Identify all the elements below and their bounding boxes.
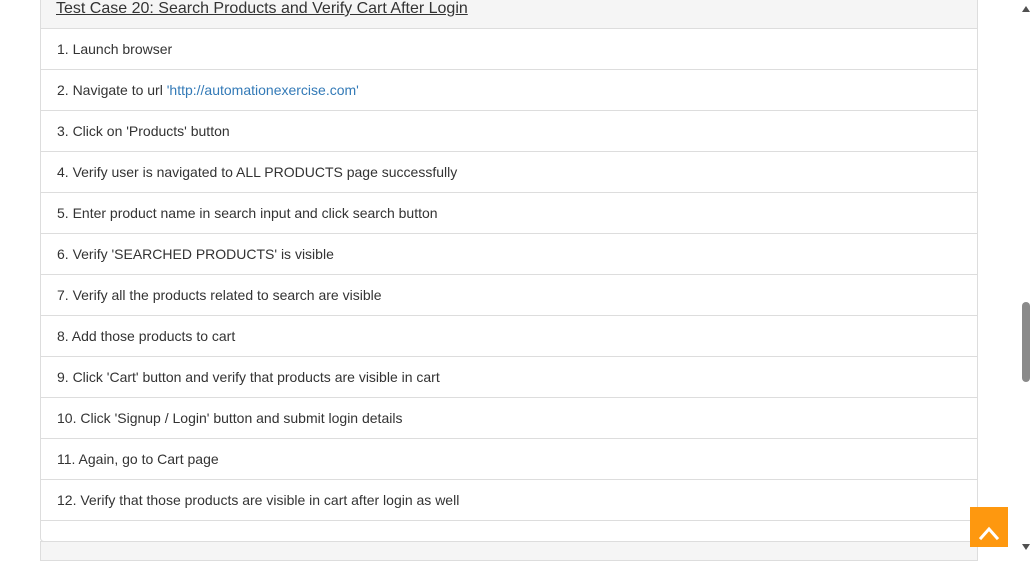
automationexercise-url-link[interactable]: 'http://automationexercise.com' [167,82,359,98]
step-text: 12. Verify that those products are visib… [57,492,460,508]
test-step-3: 3. Click on 'Products' button [41,111,977,152]
test-step-6: 6. Verify 'SEARCHED PRODUCTS' is visible [41,234,977,275]
test-case-panel: Test Case 20: Search Products and Verify… [40,0,978,542]
vertical-scrollbar[interactable] [1019,0,1034,553]
step-text: 11. Again, go to Cart page [57,451,219,467]
test-step-12: 12. Verify that those products are visib… [41,480,977,521]
step-text: 2. Navigate to url [57,82,167,98]
test-steps-list: 1. Launch browser 2. Navigate to url 'ht… [41,29,977,521]
step-text: 5. Enter product name in search input an… [57,205,438,221]
step-text: 10. Click 'Signup / Login' button and su… [57,410,403,426]
test-step-1: 1. Launch browser [41,29,977,70]
test-step-8: 8. Add those products to cart [41,316,977,357]
next-test-case-panel [40,541,978,561]
step-text: 6. Verify 'SEARCHED PRODUCTS' is visible [57,246,334,262]
scroll-to-top-button[interactable] [970,507,1008,547]
step-text: 7. Verify all the products related to se… [57,287,382,303]
step-text: 8. Add those products to cart [57,328,236,344]
step-text: 1. Launch browser [57,41,173,57]
step-text: 4. Verify user is navigated to ALL PRODU… [57,164,458,180]
test-step-11: 11. Again, go to Cart page [41,439,977,480]
test-step-9: 9. Click 'Cart' button and verify that p… [41,357,977,398]
test-case-heading: Test Case 20: Search Products and Verify… [41,0,977,29]
test-step-2: 2. Navigate to url 'http://automationexe… [41,70,977,111]
test-step-5: 5. Enter product name in search input an… [41,193,977,234]
test-step-10: 10. Click 'Signup / Login' button and su… [41,398,977,439]
scroll-up-arrow-icon[interactable] [1022,6,1030,12]
test-case-title-link[interactable]: Test Case 20: Search Products and Verify… [56,0,468,18]
step-text: 9. Click 'Cart' button and verify that p… [57,369,440,385]
scrollbar-thumb[interactable] [1022,302,1030,382]
step-text: 3. Click on 'Products' button [57,123,230,139]
test-step-7: 7. Verify all the products related to se… [41,275,977,316]
test-step-4: 4. Verify user is navigated to ALL PRODU… [41,152,977,193]
scroll-down-arrow-icon[interactable] [1022,544,1030,550]
chevron-up-icon [978,526,1000,540]
